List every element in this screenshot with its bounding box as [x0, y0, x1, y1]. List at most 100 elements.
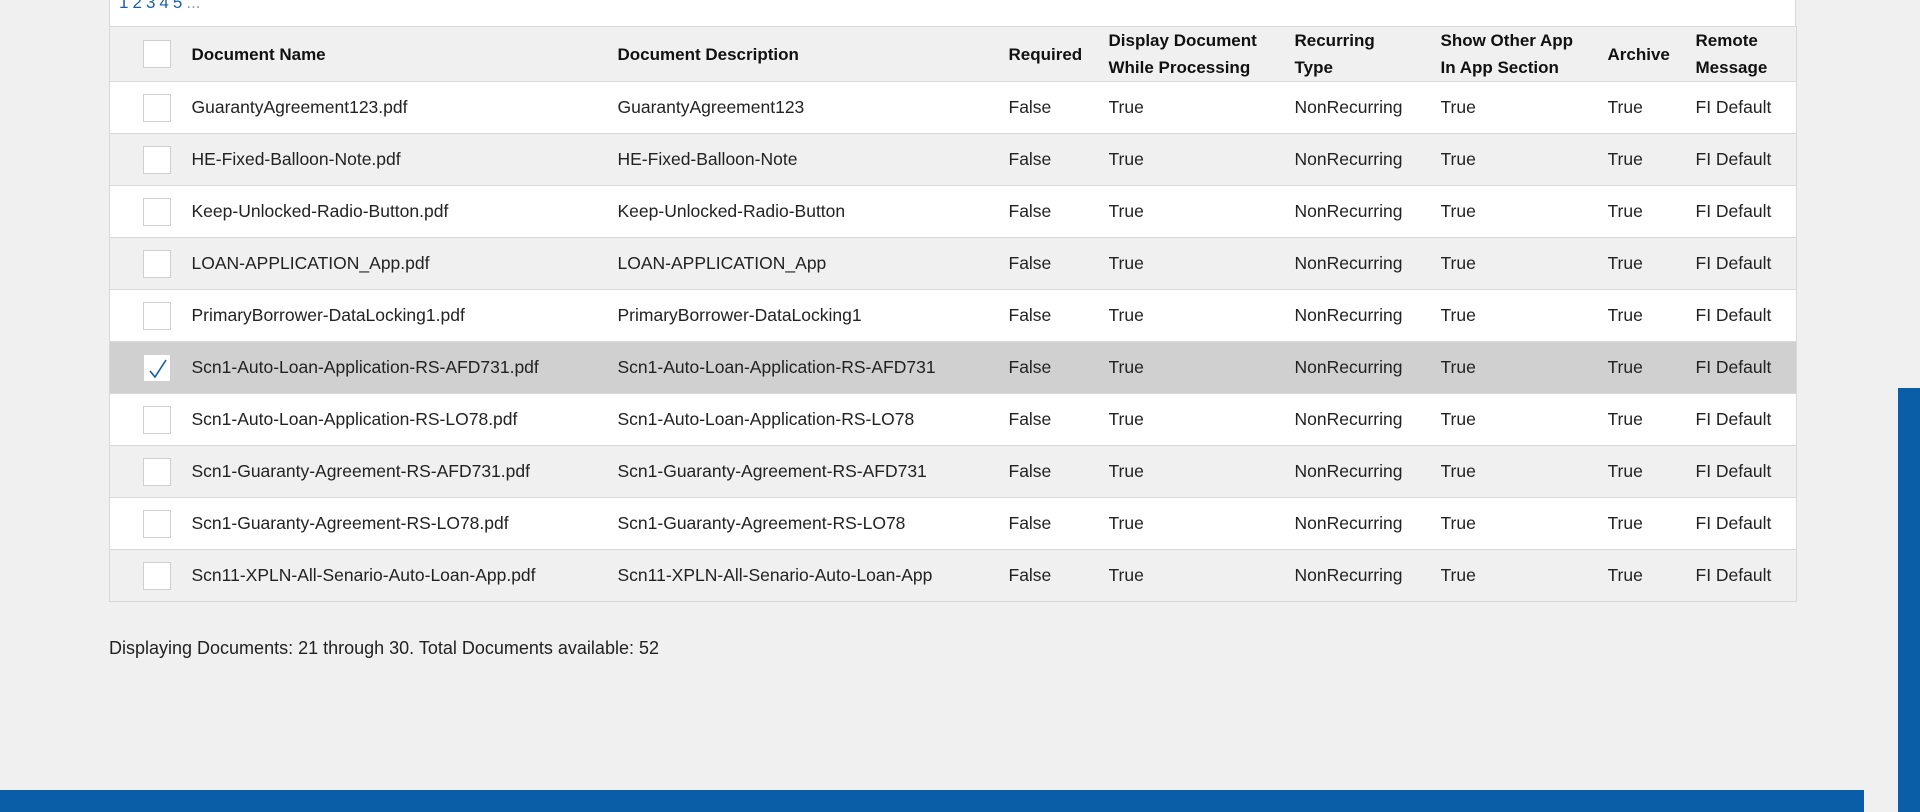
cell-document-description: PrimaryBorrower-DataLocking1	[617, 289, 1009, 342]
table-row-selected[interactable]: Scn1-Auto-Loan-Application-RS-AFD731.pdf…	[109, 341, 1797, 394]
cell-archive: True	[1607, 497, 1696, 550]
row-checkbox[interactable]	[143, 509, 171, 538]
cell-document-name: Scn1-Guaranty-Agreement-RS-LO78.pdf	[191, 497, 618, 550]
cell-document-description: Scn1-Guaranty-Agreement-RS-AFD731	[617, 445, 1009, 498]
cell-archive: True	[1607, 81, 1696, 134]
cell-recurring-type: NonRecurring	[1294, 393, 1441, 446]
cell-remote-message: FI Default	[1695, 497, 1797, 550]
header-line: In App Section	[1440, 58, 1559, 77]
row-checkbox[interactable]	[143, 93, 171, 122]
header-line: Recurring	[1294, 31, 1375, 50]
column-header-display-document[interactable]: Display Document While Processing	[1109, 27, 1295, 82]
cell-document-description: Scn1-Guaranty-Agreement-RS-LO78	[617, 497, 1009, 550]
header-line: Type	[1294, 58, 1333, 77]
table-row[interactable]: Scn1-Guaranty-Agreement-RS-LO78.pdf Scn1…	[109, 497, 1797, 550]
vertical-scrollbar-thumb[interactable]	[1898, 388, 1920, 812]
row-select-cell	[109, 133, 192, 186]
row-checkbox[interactable]	[143, 561, 171, 590]
cell-required: False	[1008, 133, 1109, 186]
table-row[interactable]: LOAN-APPLICATION_App.pdf LOAN-APPLICATIO…	[109, 237, 1797, 290]
row-checkbox[interactable]	[143, 405, 171, 434]
table-row[interactable]: Scn1-Guaranty-Agreement-RS-AFD731.pdf Sc…	[109, 445, 1797, 498]
table-row[interactable]: HE-Fixed-Balloon-Note.pdf HE-Fixed-Ballo…	[109, 133, 1797, 186]
cell-show-other-app: True	[1440, 341, 1608, 394]
column-header-remote-message[interactable]: Remote Message	[1696, 27, 1797, 82]
header-line: While Processing	[1108, 58, 1251, 77]
cell-remote-message: FI Default	[1695, 341, 1797, 394]
cell-required: False	[1008, 393, 1109, 446]
cell-archive: True	[1607, 341, 1696, 394]
column-header-show-other-app[interactable]: Show Other App In App Section	[1441, 27, 1608, 82]
cell-recurring-type: NonRecurring	[1294, 497, 1441, 550]
cell-required: False	[1008, 341, 1109, 394]
row-select-cell	[109, 445, 192, 498]
table-row[interactable]: PrimaryBorrower-DataLocking1.pdf Primary…	[109, 289, 1797, 342]
cell-display-document: True	[1108, 237, 1295, 290]
page-link-3[interactable]: 3	[146, 0, 155, 12]
column-header-document-description[interactable]: Document Description	[618, 27, 1009, 82]
pager: 1 2 3 4 5...	[119, 0, 205, 13]
cell-required: False	[1008, 81, 1109, 134]
checkmark-icon	[149, 359, 167, 378]
cell-document-name: Keep-Unlocked-Radio-Button.pdf	[191, 185, 618, 238]
cell-display-document: True	[1108, 341, 1295, 394]
row-checkbox[interactable]	[143, 457, 171, 486]
cell-remote-message: FI Default	[1695, 133, 1797, 186]
table-row[interactable]: GuarantyAgreement123.pdf GuarantyAgreeme…	[109, 81, 1797, 134]
row-checkbox[interactable]	[143, 249, 171, 278]
cell-display-document: True	[1108, 393, 1295, 446]
cell-remote-message: FI Default	[1695, 185, 1797, 238]
cell-document-name: Scn1-Auto-Loan-Application-RS-LO78.pdf	[191, 393, 618, 446]
cell-required: False	[1008, 549, 1109, 602]
cell-show-other-app: True	[1440, 549, 1608, 602]
cell-document-description: Keep-Unlocked-Radio-Button	[617, 185, 1009, 238]
page-link-5[interactable]: 5	[173, 0, 182, 12]
cell-display-document: True	[1108, 133, 1295, 186]
cell-remote-message: FI Default	[1695, 393, 1797, 446]
cell-document-description: GuarantyAgreement123	[617, 81, 1009, 134]
select-all-checkbox[interactable]	[143, 40, 171, 68]
row-checkbox[interactable]	[143, 197, 171, 226]
row-select-cell	[109, 289, 192, 342]
cell-required: False	[1008, 185, 1109, 238]
cell-archive: True	[1607, 289, 1696, 342]
row-checkbox-checked[interactable]	[143, 353, 171, 382]
cell-show-other-app: True	[1440, 393, 1608, 446]
cell-archive: True	[1607, 185, 1696, 238]
table-row[interactable]: Scn11-XPLN-All-Senario-Auto-Loan-App.pdf…	[109, 549, 1797, 602]
cell-display-document: True	[1108, 445, 1295, 498]
row-select-cell	[109, 237, 192, 290]
cell-document-description: Scn1-Auto-Loan-Application-RS-AFD731	[617, 341, 1009, 394]
cell-document-name: LOAN-APPLICATION_App.pdf	[191, 237, 618, 290]
cell-remote-message: FI Default	[1695, 549, 1797, 602]
cell-display-document: True	[1108, 549, 1295, 602]
cell-recurring-type: NonRecurring	[1294, 289, 1441, 342]
cell-document-name: Scn11-XPLN-All-Senario-Auto-Loan-App.pdf	[191, 549, 618, 602]
cell-document-name: GuarantyAgreement123.pdf	[191, 81, 618, 134]
page-link-1[interactable]: 1	[119, 0, 128, 12]
pagination-status: Displaying Documents: 21 through 30. Tot…	[109, 638, 659, 658]
cell-show-other-app: True	[1440, 185, 1608, 238]
column-header-archive[interactable]: Archive	[1608, 27, 1696, 82]
table-row[interactable]: Scn1-Auto-Loan-Application-RS-LO78.pdf S…	[109, 393, 1797, 446]
cell-document-name: Scn1-Guaranty-Agreement-RS-AFD731.pdf	[191, 445, 618, 498]
table-row[interactable]: Keep-Unlocked-Radio-Button.pdf Keep-Unlo…	[109, 185, 1797, 238]
column-header-document-name[interactable]: Document Name	[192, 27, 618, 82]
column-header-recurring-type[interactable]: Recurring Type	[1295, 27, 1441, 82]
header-line: Show Other App	[1440, 31, 1574, 50]
row-select-cell	[109, 393, 192, 446]
cell-remote-message: FI Default	[1695, 445, 1797, 498]
documents-table: Document Name Document Description Requi…	[109, 26, 1797, 602]
page-link-2[interactable]: 2	[132, 0, 141, 12]
cell-archive: True	[1607, 133, 1696, 186]
row-select-cell	[109, 341, 192, 394]
cell-show-other-app: True	[1440, 289, 1608, 342]
column-header-required[interactable]: Required	[1009, 27, 1109, 82]
row-checkbox[interactable]	[143, 301, 171, 330]
page-link-4[interactable]: 4	[159, 0, 168, 12]
cell-document-name: PrimaryBorrower-DataLocking1.pdf	[191, 289, 618, 342]
cell-archive: True	[1607, 393, 1696, 446]
row-checkbox[interactable]	[143, 145, 171, 174]
table-header-row: Document Name Document Description Requi…	[109, 26, 1797, 82]
cell-recurring-type: NonRecurring	[1294, 81, 1441, 134]
